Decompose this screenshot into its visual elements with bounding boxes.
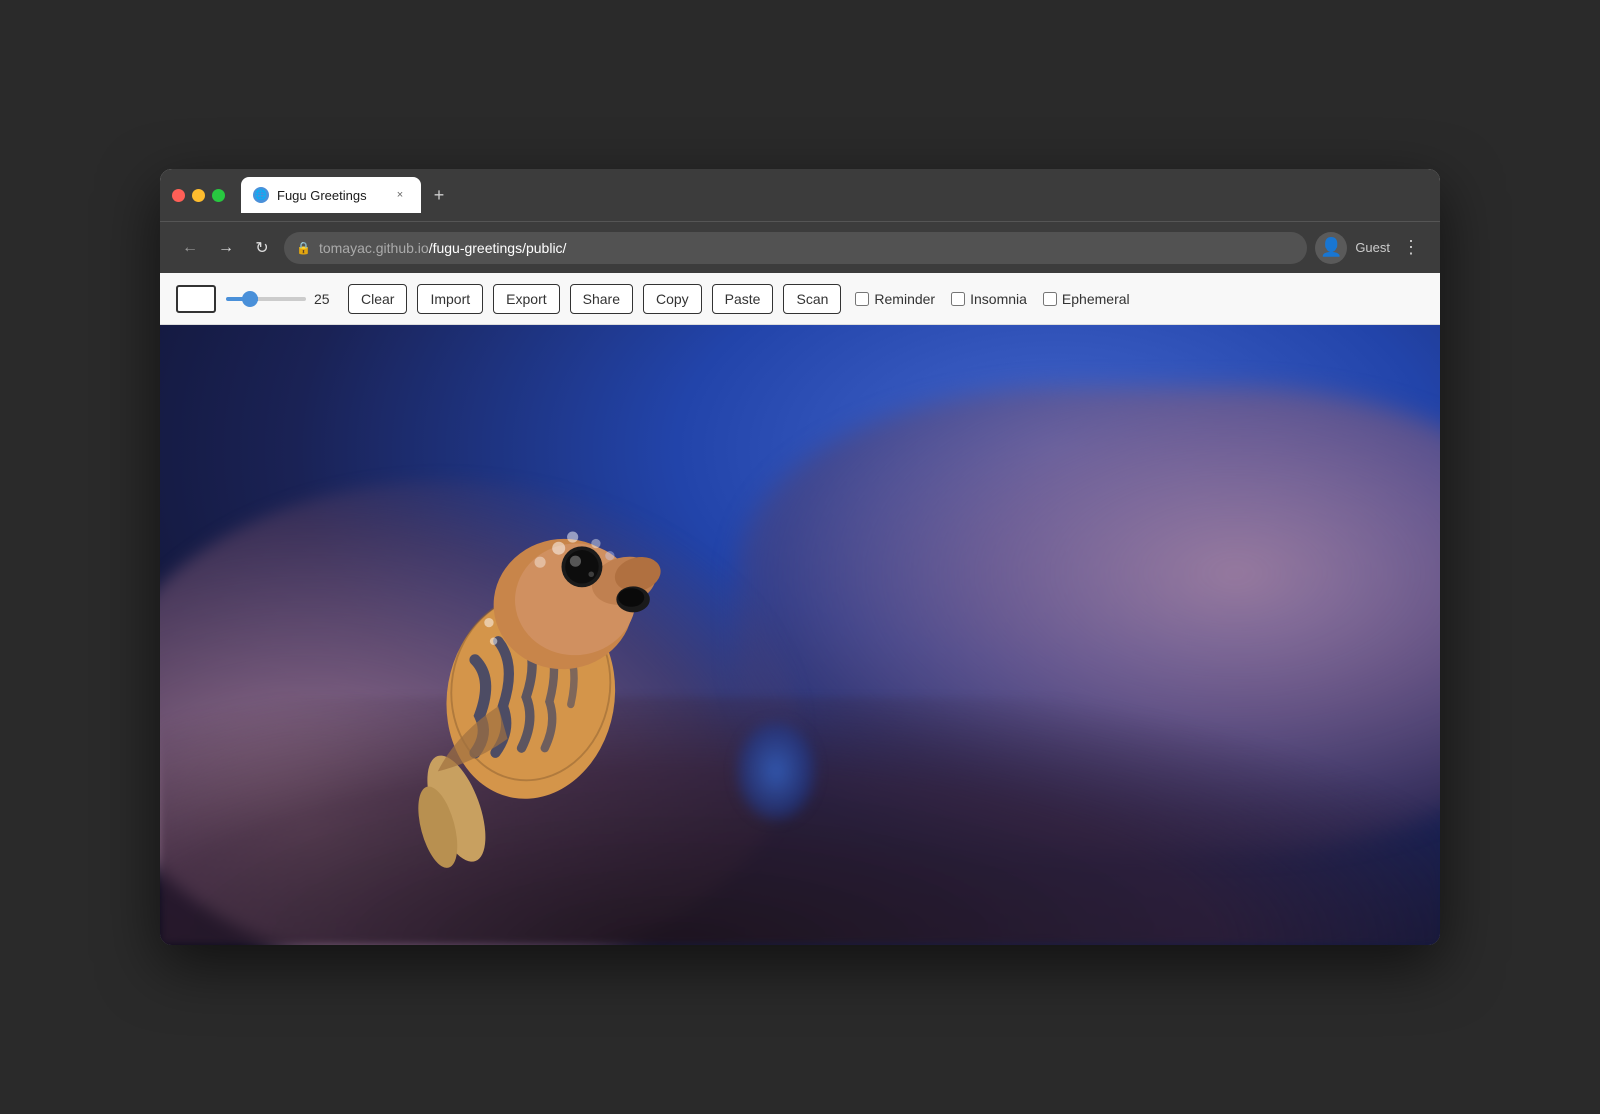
checkbox-group: Reminder Insomnia Ephemeral — [855, 291, 1129, 307]
refresh-button[interactable]: ↻ — [248, 234, 276, 262]
minimize-button[interactable] — [192, 189, 205, 202]
traffic-lights — [172, 189, 225, 202]
address-bar[interactable]: 🔒 tomayac.github.io/fugu-greetings/publi… — [284, 232, 1307, 264]
ephemeral-checkbox-label[interactable]: Ephemeral — [1043, 291, 1130, 307]
profile-button[interactable]: 👤 — [1315, 232, 1347, 264]
title-bar: 🌐 Fugu Greetings × + — [160, 169, 1440, 221]
new-tab-button[interactable]: + — [425, 181, 453, 209]
fish-illustration — [262, 418, 800, 883]
tab-bar: 🌐 Fugu Greetings × + — [241, 177, 1428, 213]
guest-label: Guest — [1355, 240, 1390, 255]
reminder-label: Reminder — [874, 291, 935, 307]
back-button[interactable]: ← — [176, 234, 204, 262]
address-text: tomayac.github.io/fugu-greetings/public/ — [319, 240, 1295, 256]
import-button[interactable]: Import — [417, 284, 483, 314]
forward-button[interactable]: → — [212, 234, 240, 262]
scan-button[interactable]: Scan — [783, 284, 841, 314]
browser-window: 🌐 Fugu Greetings × + ← → ↻ 🔒 tomayac.git… — [160, 169, 1440, 945]
color-swatch[interactable] — [176, 285, 216, 313]
active-tab[interactable]: 🌐 Fugu Greetings × — [241, 177, 421, 213]
toolbar: 25 Clear Import Export Share Copy Paste … — [160, 273, 1440, 325]
maximize-button[interactable] — [212, 189, 225, 202]
share-button[interactable]: Share — [570, 284, 633, 314]
reminder-checkbox[interactable] — [855, 292, 869, 306]
lock-icon: 🔒 — [296, 241, 311, 255]
reminder-checkbox-label[interactable]: Reminder — [855, 291, 935, 307]
ephemeral-checkbox[interactable] — [1043, 292, 1057, 306]
ephemeral-label: Ephemeral — [1062, 291, 1130, 307]
tab-favicon: 🌐 — [253, 187, 269, 203]
address-domain: tomayac.github.io — [319, 240, 429, 256]
size-slider-container: 25 — [226, 291, 338, 307]
tab-title: Fugu Greetings — [277, 188, 383, 203]
export-button[interactable]: Export — [493, 284, 559, 314]
canvas-area[interactable] — [160, 325, 1440, 945]
tab-close-button[interactable]: × — [391, 186, 409, 204]
insomnia-checkbox[interactable] — [951, 292, 965, 306]
paste-button[interactable]: Paste — [712, 284, 774, 314]
nav-bar: ← → ↻ 🔒 tomayac.github.io/fugu-greetings… — [160, 221, 1440, 273]
size-value: 25 — [314, 291, 338, 307]
browser-menu-button[interactable]: ⋮ — [1398, 233, 1424, 262]
insomnia-checkbox-label[interactable]: Insomnia — [951, 291, 1027, 307]
size-slider[interactable] — [226, 297, 306, 301]
close-button[interactable] — [172, 189, 185, 202]
address-path: /fugu-greetings/public/ — [429, 240, 567, 256]
fish-scene — [160, 325, 1440, 945]
clear-button[interactable]: Clear — [348, 284, 407, 314]
insomnia-label: Insomnia — [970, 291, 1027, 307]
copy-button[interactable]: Copy — [643, 284, 702, 314]
